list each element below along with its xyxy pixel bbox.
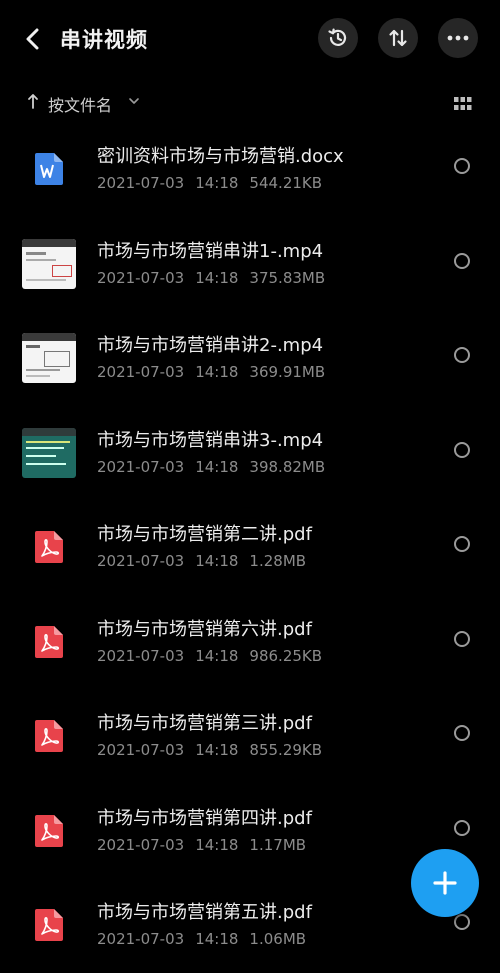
file-time: 14:18 <box>195 930 239 948</box>
file-size: 375.83MB <box>249 268 326 287</box>
file-meta: 2021-07-03 14:18 1.06MB <box>97 930 317 948</box>
file-size: 1.17MB <box>249 835 307 854</box>
pdf-file-icon <box>22 709 76 763</box>
sort-bar: 按文件名 <box>0 88 500 120</box>
file-name: 市场与市场营销第二讲.pdf <box>97 524 312 545</box>
top-bar: 串讲视频 <box>0 0 500 80</box>
history-icon <box>328 28 347 46</box>
file-row[interactable]: 市场与市场营销第六讲.pdf 2021-07-03 14:18 986.25KB <box>0 595 500 690</box>
file-name: 市场与市场营销串讲2-.mp4 <box>97 335 324 356</box>
file-meta: 2021-07-03 14:18 1.17MB <box>97 836 317 854</box>
plus-icon <box>433 871 457 895</box>
pdf-file-icon <box>22 615 76 669</box>
more-button[interactable] <box>438 18 478 58</box>
file-size: 544.21KB <box>249 174 323 192</box>
file-time: 14:18 <box>195 457 239 476</box>
select-radio[interactable] <box>454 819 470 836</box>
file-row[interactable]: 市场与市场营销串讲2-.mp4 2021-07-03 14:18 369.91MB <box>0 311 500 406</box>
file-name: 市场与市场营销第四讲.pdf <box>97 807 312 829</box>
file-date: 2021-07-03 <box>97 552 185 570</box>
sort-icon <box>389 29 407 47</box>
file-size: 369.91MB <box>249 363 326 381</box>
file-list: 密训资料市场与市场营销.docx 2021-07-03 14:18 544.21KB… <box>0 122 500 973</box>
file-date: 2021-07-03 <box>97 930 185 948</box>
file-time: 14:18 <box>195 835 239 854</box>
sort-button[interactable] <box>378 18 418 58</box>
pdf-file-icon <box>22 520 76 574</box>
video-thumbnail <box>22 237 76 291</box>
file-name: 密训资料市场与市场营销.docx <box>97 146 344 167</box>
file-meta: 2021-07-03 14:18 375.83MB <box>97 269 336 287</box>
file-name: 市场与市场营销第六讲.pdf <box>97 618 312 640</box>
history-button[interactable] <box>318 18 358 58</box>
page-title: 串讲视频 <box>60 28 148 52</box>
file-time: 14:18 <box>195 268 239 287</box>
select-radio[interactable] <box>454 536 470 552</box>
pdf-file-icon <box>22 898 76 952</box>
file-date: 2021-07-03 <box>97 268 185 287</box>
select-radio[interactable] <box>454 630 470 647</box>
sort-arrow-up-icon[interactable] <box>26 92 40 110</box>
file-meta: 2021-07-03 14:18 544.21KB <box>97 174 333 192</box>
file-meta: 2021-07-03 14:18 986.25KB <box>97 647 333 665</box>
file-size: 986.25KB <box>249 646 323 665</box>
file-row[interactable]: 市场与市场营销第二讲.pdf 2021-07-03 14:18 1.28MB <box>0 500 500 595</box>
file-meta: 2021-07-03 14:18 1.28MB <box>97 552 317 570</box>
file-row[interactable]: 市场与市场营销第三讲.pdf 2021-07-03 14:18 855.29KB <box>0 689 500 784</box>
add-button[interactable] <box>411 849 479 917</box>
back-icon[interactable] <box>16 22 50 56</box>
file-time: 14:18 <box>195 174 239 192</box>
file-row[interactable]: 市场与市场营销串讲3-.mp4 2021-07-03 14:18 398.82MB <box>0 406 500 501</box>
file-date: 2021-07-03 <box>97 835 185 854</box>
file-row[interactable]: 市场与市场营销串讲1-.mp4 2021-07-03 14:18 375.83MB <box>0 217 500 312</box>
docx-file-icon <box>22 142 76 196</box>
file-date: 2021-07-03 <box>97 174 185 192</box>
select-radio[interactable] <box>454 347 470 363</box>
file-date: 2021-07-03 <box>97 457 185 476</box>
file-size: 398.82MB <box>249 457 326 476</box>
chevron-down-icon[interactable] <box>128 97 140 105</box>
file-time: 14:18 <box>195 363 239 381</box>
video-thumbnail <box>22 426 76 480</box>
file-date: 2021-07-03 <box>97 741 185 759</box>
file-date: 2021-07-03 <box>97 363 185 381</box>
file-size: 1.06MB <box>249 930 307 948</box>
file-name: 市场与市场营销第三讲.pdf <box>97 713 312 734</box>
file-meta: 2021-07-03 14:18 855.29KB <box>97 741 333 759</box>
file-name: 市场与市场营销串讲1-.mp4 <box>97 240 324 262</box>
select-radio[interactable] <box>454 441 470 458</box>
select-radio[interactable] <box>454 914 470 930</box>
file-size: 855.29KB <box>249 741 323 759</box>
file-meta: 2021-07-03 14:18 369.91MB <box>97 363 336 381</box>
file-size: 1.28MB <box>249 552 307 570</box>
grid-view-icon[interactable] <box>454 97 472 111</box>
file-name: 市场与市场营销串讲3-.mp4 <box>97 429 324 451</box>
file-row[interactable]: 密训资料市场与市场营销.docx 2021-07-03 14:18 544.21KB <box>0 122 500 217</box>
sort-by-filename-label[interactable]: 按文件名 <box>48 92 112 116</box>
file-time: 14:18 <box>195 741 239 759</box>
file-time: 14:18 <box>195 646 239 665</box>
select-radio[interactable] <box>454 725 470 741</box>
more-icon <box>447 35 469 41</box>
video-thumbnail <box>22 331 76 385</box>
pdf-file-icon <box>22 804 76 858</box>
file-time: 14:18 <box>195 552 239 570</box>
select-radio[interactable] <box>454 252 470 269</box>
file-meta: 2021-07-03 14:18 398.82MB <box>97 458 336 476</box>
file-name: 市场与市场营销第五讲.pdf <box>97 902 312 923</box>
select-radio[interactable] <box>454 158 470 174</box>
file-date: 2021-07-03 <box>97 646 185 665</box>
